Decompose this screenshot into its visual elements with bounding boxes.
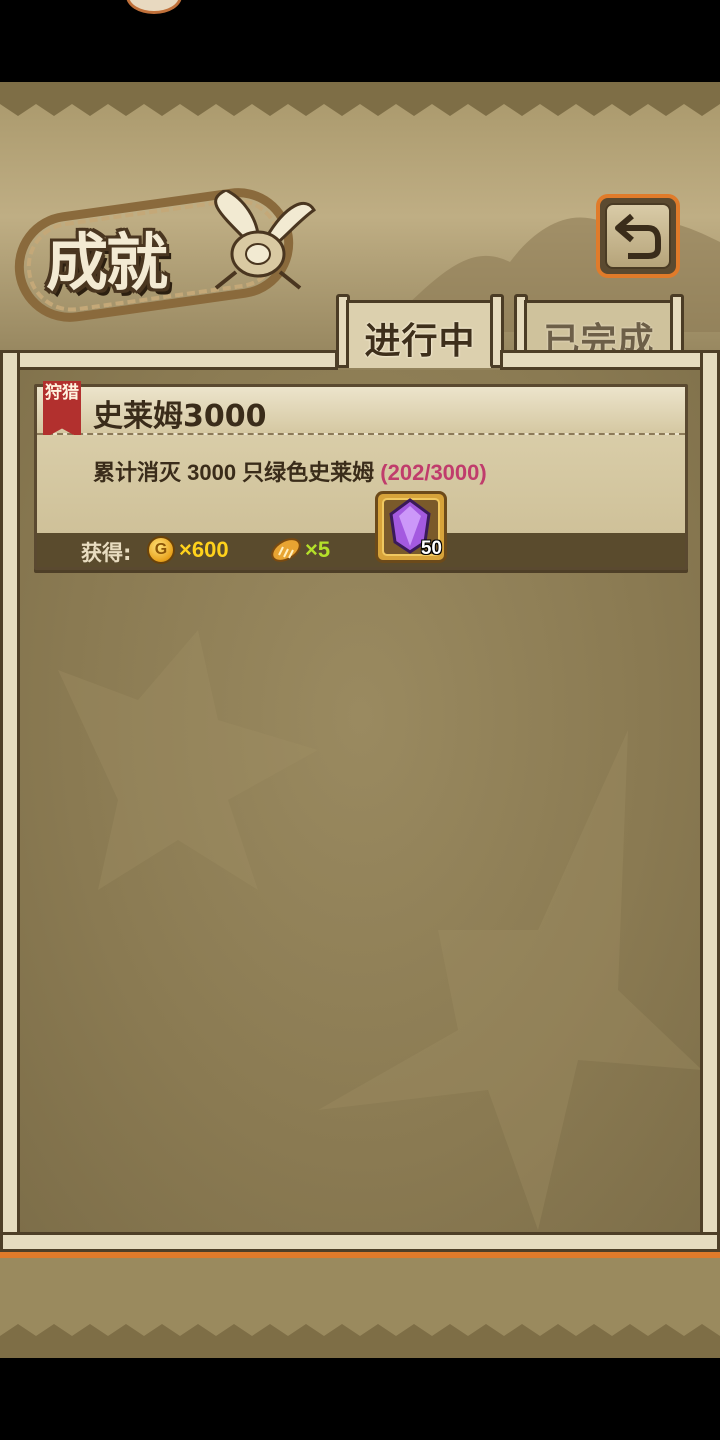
bread-icon	[271, 538, 301, 562]
panel-right-rail	[700, 350, 720, 1252]
status-badge-icon	[126, 0, 182, 14]
quest-description: 累计消灭 3000 只绿色史莱姆 (202/3000)	[93, 455, 487, 487]
tab-in-progress[interactable]: 进行中	[336, 294, 504, 368]
quest-card-header: 狩猎 史莱姆3000	[37, 381, 685, 439]
gem-reward-slot[interactable]: 50	[375, 491, 447, 563]
tab-in-progress-label: 进行中	[364, 321, 476, 362]
panel-bottom-rail	[0, 1232, 720, 1252]
quest-title: 史莱姆3000	[93, 399, 267, 434]
quest-card[interactable]: 狩猎 史莱姆3000 累计消灭 3000 只绿色史莱姆 (202/3000) 获…	[34, 381, 688, 570]
gem-reward-qty: 50	[420, 538, 442, 559]
gold-reward-qty: ×600	[179, 537, 229, 562]
panel-top-rail-right	[500, 350, 720, 370]
panel-bottom-accent	[0, 1252, 720, 1258]
panel-left-rail	[0, 350, 20, 1252]
quest-progress: (202/3000)	[380, 460, 487, 485]
winged-egg-icon	[214, 190, 316, 290]
page-title: 成就	[46, 226, 168, 299]
quest-card-body: 累计消灭 3000 只绿色史莱姆 (202/3000)	[37, 435, 685, 533]
achievement-screen: 成就 进行中 已完成 狩猎 史莱姆3000 累计消灭 3000 只绿色史莱姆 (…	[0, 82, 720, 1358]
bread-reward-qty: ×5	[305, 537, 331, 562]
return-arrow-icon	[615, 213, 661, 259]
reward-label: 获得:	[81, 541, 132, 565]
top-zigzag-border	[0, 82, 720, 116]
panel-top-rail-left	[0, 350, 338, 370]
system-status-bar	[0, 0, 720, 82]
gold-coin-icon: G	[147, 536, 175, 564]
quest-description-text: 累计消灭 3000 只绿色史莱姆	[93, 460, 375, 485]
back-button[interactable]	[596, 194, 680, 278]
category-badge: 狩猎	[45, 383, 79, 403]
system-navigation-bar	[0, 1358, 720, 1440]
reward-bar: 获得: G ×600 ×5	[37, 533, 685, 567]
bottom-zigzag-border	[0, 1324, 720, 1358]
